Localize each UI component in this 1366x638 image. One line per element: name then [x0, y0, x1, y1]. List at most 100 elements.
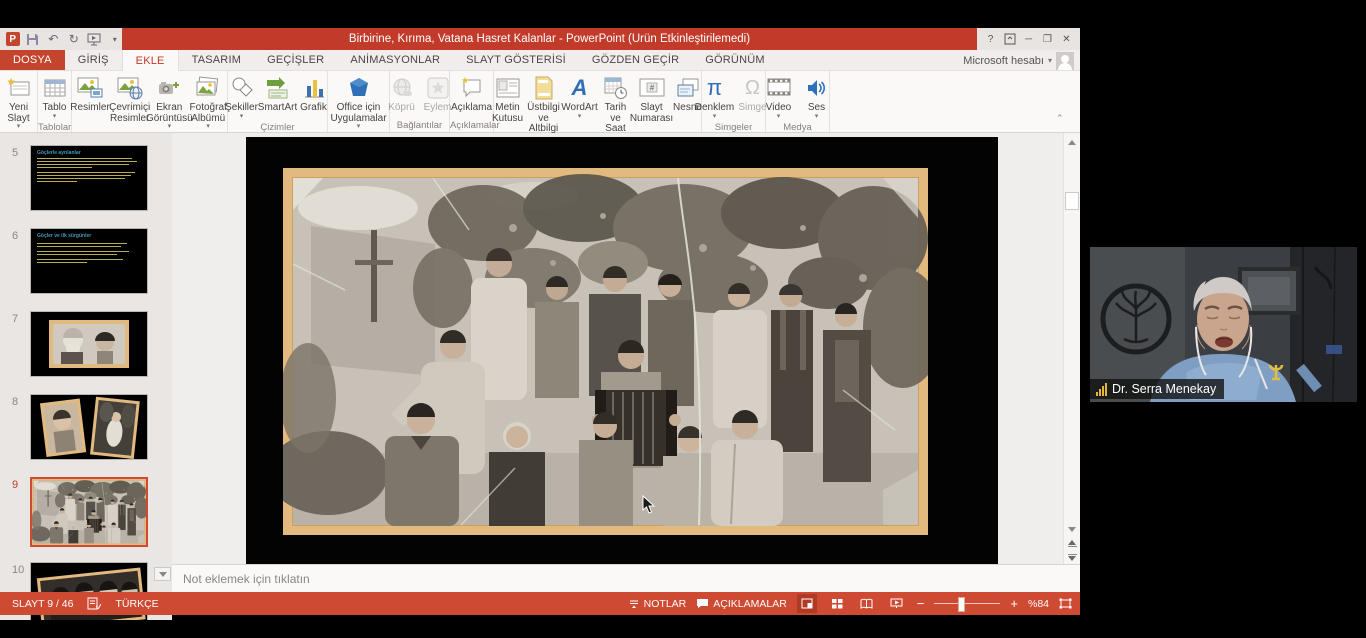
- help-icon[interactable]: ?: [981, 30, 1000, 48]
- tab-gozden-gecir[interactable]: GÖZDEN GEÇİR: [579, 50, 692, 70]
- screenshot-button[interactable]: Ekran Görüntüsü: [151, 74, 187, 131]
- tab-tasarim[interactable]: TASARIM: [179, 50, 254, 70]
- thumb-number: 6: [12, 230, 18, 242]
- header-footer-button[interactable]: Üstbilgi ve Altbilgi: [527, 74, 561, 136]
- next-slide-button[interactable]: [1066, 551, 1078, 563]
- notes-pane[interactable]: Not eklemek için tıklatın: [172, 564, 1080, 592]
- chevron-down-icon: [578, 114, 582, 120]
- chevron-down-icon: [357, 124, 361, 130]
- chevron-down-icon: [713, 114, 717, 120]
- comment-button[interactable]: Açıklama: [450, 74, 493, 115]
- fit-to-window-button[interactable]: [1059, 598, 1072, 609]
- scroll-down-button[interactable]: [1066, 523, 1078, 535]
- text-box-button[interactable]: Metin Kutusu: [491, 74, 525, 125]
- slide-canvas[interactable]: [246, 137, 998, 564]
- ribbon: Yeni Slayt Slaytlar Tablo Tabl: [0, 71, 1080, 133]
- group-simgeler: π Denklem Ω Simge Simgeler: [702, 71, 766, 132]
- chevron-down-icon: [240, 114, 244, 120]
- zoom-level[interactable]: %84: [1028, 598, 1049, 610]
- comments-toggle[interactable]: AÇIKLAMALAR: [696, 598, 787, 610]
- mouse-cursor: [642, 495, 655, 514]
- video-call-window[interactable]: Dr. Serra Menekay: [1090, 247, 1357, 402]
- notes-toggle[interactable]: NOTLAR: [628, 598, 687, 610]
- pictures-button[interactable]: Resimler: [72, 74, 108, 115]
- photo-album-button[interactable]: Fotoğraf Albümü: [189, 74, 227, 131]
- restore-icon[interactable]: ❐: [1038, 30, 1057, 48]
- zoom-in-button[interactable]: +: [1010, 597, 1018, 610]
- smartart-icon: [265, 75, 291, 101]
- table-icon: [44, 75, 66, 101]
- participant-name: Dr. Serra Menekay: [1112, 382, 1216, 396]
- tab-slayt-gosterisi[interactable]: SLAYT GÖSTERİSİ: [453, 50, 579, 70]
- tab-animasyonlar[interactable]: ANİMASYONLAR: [337, 50, 453, 70]
- online-pictures-icon: [117, 75, 143, 101]
- comment-icon: [460, 75, 484, 101]
- online-pictures-button[interactable]: Çevrimiçi Resimler: [110, 74, 149, 125]
- tab-ekle[interactable]: EKLE: [122, 50, 179, 71]
- office-apps-button[interactable]: Office için Uygulamalar: [329, 74, 389, 131]
- wordart-button[interactable]: A WordArt: [563, 74, 597, 121]
- thumbnail-scroll-down-button[interactable]: [154, 567, 171, 581]
- slide-number-icon: #: [639, 75, 665, 101]
- smartart-button[interactable]: SmartArt: [261, 74, 295, 115]
- group-aciklamalar: Açıklama Açıklamalar: [450, 71, 494, 132]
- date-time-button[interactable]: Tarih ve Saat: [599, 74, 633, 136]
- scroll-up-button[interactable]: [1066, 136, 1078, 148]
- thumbnail-slide-9[interactable]: [30, 477, 148, 547]
- account-label: Microsoft hesabı: [963, 55, 1044, 67]
- thumbnail-slide-7[interactable]: [30, 311, 148, 377]
- video-button[interactable]: Video: [762, 74, 796, 121]
- thumb-number: 8: [12, 396, 18, 408]
- text-box-icon: [496, 75, 520, 101]
- thumbnail-slide-5[interactable]: Göçlerle ayrılanlar: [30, 145, 148, 211]
- start-slideshow-icon[interactable]: [87, 32, 102, 47]
- vertical-scrollbar[interactable]: [1063, 133, 1080, 564]
- spellcheck-icon[interactable]: [87, 597, 101, 610]
- close-icon[interactable]: ✕: [1057, 30, 1076, 48]
- new-slide-button[interactable]: Yeni Slayt: [0, 74, 37, 131]
- tab-dosya[interactable]: DOSYA: [0, 50, 65, 70]
- normal-view-button[interactable]: [797, 594, 817, 613]
- chart-icon: [303, 75, 325, 101]
- zoom-slider[interactable]: [934, 603, 1000, 604]
- pictures-icon: [77, 75, 103, 101]
- scrollbar-thumb[interactable]: [1065, 192, 1079, 210]
- slide-photo[interactable]: [283, 168, 928, 535]
- table-button[interactable]: Tablo: [38, 74, 72, 121]
- slide-number-button[interactable]: # Slayt Numarası: [635, 74, 669, 125]
- window-controls: ? ─ ❐ ✕: [977, 28, 1080, 50]
- shapes-button[interactable]: Şekiller: [225, 74, 259, 121]
- thumb-number: 5: [12, 147, 18, 159]
- notes-placeholder[interactable]: Not eklemek için tıklatın: [172, 572, 310, 586]
- tab-gorunum[interactable]: GÖRÜNÜM: [692, 50, 777, 70]
- slideshow-view-button[interactable]: [887, 594, 907, 613]
- two-photos: [31, 395, 147, 459]
- undo-icon[interactable]: ↶: [46, 32, 61, 47]
- collapse-ribbon-icon[interactable]: ⌃: [1056, 114, 1068, 122]
- reading-view-button[interactable]: [857, 594, 877, 613]
- thumbnail-slide-8[interactable]: [30, 394, 148, 460]
- office-apps-icon: [347, 75, 371, 101]
- action-icon: [427, 75, 449, 101]
- group-resimler: Resimler Çevrimiçi Resimler Ekran Görünt…: [72, 71, 228, 132]
- group-baglantilar: Köprü Eylem Bağlantılar: [390, 71, 450, 132]
- previous-slide-button[interactable]: [1066, 537, 1078, 549]
- chart-button[interactable]: Grafik: [297, 74, 331, 115]
- slide-sorter-view-button[interactable]: [827, 594, 847, 613]
- audio-button[interactable]: Ses: [800, 74, 834, 121]
- equation-button[interactable]: π Denklem: [698, 74, 732, 121]
- thumbnail-slide-6[interactable]: Göçler ve ilk sürgünler: [30, 228, 148, 294]
- zoom-out-button[interactable]: −: [917, 597, 925, 610]
- date-time-icon: [604, 75, 628, 101]
- minimize-icon[interactable]: ─: [1019, 30, 1038, 48]
- language-indicator[interactable]: TÜRKÇE: [115, 598, 158, 610]
- redo-icon[interactable]: ↻: [67, 32, 82, 47]
- ribbon-display-options-icon[interactable]: [1000, 30, 1019, 48]
- account-menu[interactable]: Microsoft hesabı ▾: [963, 50, 1074, 71]
- zoom-slider-handle[interactable]: [958, 597, 965, 612]
- tab-giris[interactable]: GİRİŞ: [65, 50, 122, 70]
- save-icon[interactable]: [26, 32, 41, 47]
- customize-qat-icon[interactable]: ▾: [108, 32, 123, 47]
- hyperlink-button: Köprü: [385, 74, 419, 115]
- tab-gecisler[interactable]: GEÇİŞLER: [254, 50, 337, 70]
